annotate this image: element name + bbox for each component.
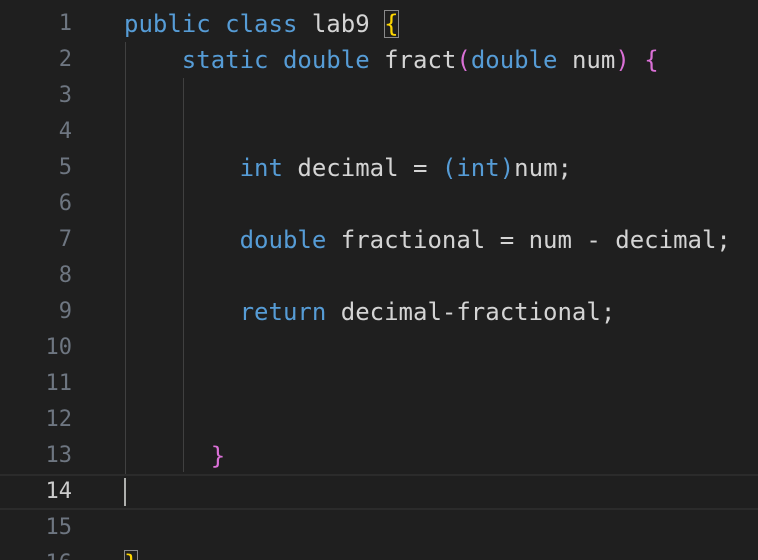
code-token: (	[441, 154, 457, 182]
code-line[interactable]: 1 public class lab9 {	[0, 6, 758, 42]
code-token: }	[124, 550, 139, 560]
code-editor[interactable]: 1 public class lab9 {2 static double frac…	[0, 0, 758, 560]
code-token: {	[644, 46, 659, 74]
line-number: 12	[45, 407, 73, 432]
code-token: double	[470, 46, 558, 74]
code-line[interactable]: 6	[0, 186, 758, 222]
line-number: 3	[58, 83, 72, 108]
code-line[interactable]: 12	[0, 402, 758, 438]
code-token: class	[225, 10, 298, 38]
code-text[interactable]: int decimal = (int)num;	[124, 150, 572, 186]
code-token: )	[615, 46, 630, 74]
code-token: return	[239, 298, 327, 326]
code-text[interactable]: static double fract(double num) {	[124, 42, 659, 78]
code-text[interactable]: public class lab9 {	[124, 6, 399, 42]
code-line[interactable]: 4	[0, 114, 758, 150]
code-text[interactable]: }	[124, 438, 225, 474]
code-token: public	[124, 10, 211, 38]
code-line[interactable]: 15	[0, 510, 758, 546]
code-line[interactable]: 5 int decimal = (int)num;	[0, 150, 758, 186]
code-token: double	[239, 226, 327, 254]
code-line[interactable]: 2 static double fract(double num) {	[0, 42, 758, 78]
line-number: 7	[58, 227, 72, 252]
line-number: 16	[0, 546, 73, 560]
line-number: 15	[45, 515, 73, 540]
code-line[interactable]: 9 return decimal-fractional;	[0, 294, 758, 330]
code-line[interactable]: 10	[0, 330, 758, 366]
code-token: double	[282, 46, 370, 74]
text-cursor	[124, 478, 126, 506]
line-number: 4	[58, 119, 72, 144]
code-line[interactable]: 16}	[0, 546, 758, 560]
code-text[interactable]: }	[124, 546, 139, 560]
code-token: (	[456, 46, 471, 74]
code-line[interactable]: 7 double fractional = num - decimal;	[0, 222, 758, 258]
line-number: 14	[45, 479, 73, 504]
code-token: }	[210, 442, 226, 470]
line-number: 9	[58, 299, 72, 324]
code-token: int	[239, 154, 283, 182]
code-token: int	[456, 154, 500, 182]
code-token: lab9	[297, 10, 385, 38]
code-token: num;	[514, 154, 572, 182]
indent-guide	[125, 42, 126, 474]
line-number: 5	[58, 155, 72, 180]
code-line[interactable]: 11	[0, 366, 758, 402]
code-token: {	[384, 10, 399, 38]
line-number: 6	[58, 191, 72, 216]
code-token: num	[557, 46, 616, 74]
line-number: 13	[45, 443, 73, 468]
code-token: static	[181, 46, 269, 74]
code-token: decimal-fractional;	[326, 298, 616, 326]
indent-guide	[183, 78, 184, 472]
line-number: 2	[58, 47, 72, 72]
code-line[interactable]: 14	[0, 474, 758, 510]
code-line[interactable]: 13 }	[0, 438, 758, 474]
line-number: 8	[58, 263, 72, 288]
line-number: 11	[45, 371, 73, 396]
code-text[interactable]: double fractional = num - decimal;	[124, 222, 731, 258]
code-text[interactable]: return decimal-fractional;	[124, 294, 616, 330]
code-line[interactable]: 8	[0, 258, 758, 294]
code-token: fract	[384, 46, 457, 74]
code-token: decimal =	[282, 154, 442, 182]
code-token: fractional = num - decimal;	[326, 226, 731, 254]
line-number: 10	[45, 335, 73, 360]
code-token: )	[499, 154, 515, 182]
code-line[interactable]: 3	[0, 78, 758, 114]
line-number: 1	[58, 11, 72, 36]
